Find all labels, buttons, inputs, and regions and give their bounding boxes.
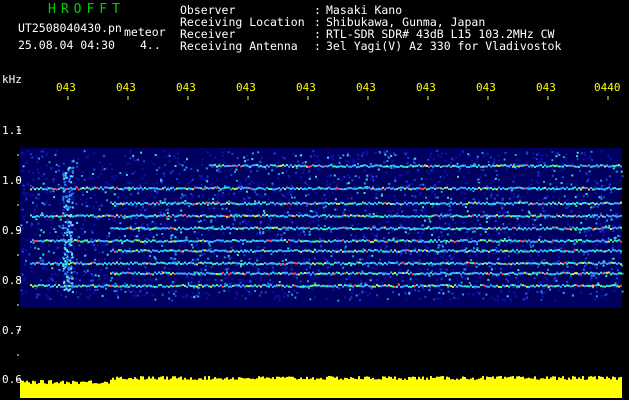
antenna-sep: : (314, 39, 321, 53)
freq-tick: 1.1 (2, 124, 22, 137)
freq-tick: 0.6 (2, 373, 22, 386)
file-name: UT2508040430.pn (18, 21, 122, 35)
freq-tick: 1.0 (2, 174, 22, 187)
signal-level-bar (20, 376, 622, 398)
time-tick: 043 (116, 81, 136, 94)
hrofft-window: HROFFT UT2508040430.pn meteor 25.08.04 0… (0, 0, 629, 400)
freq-tick: 0.8 (2, 274, 22, 287)
time-tick: 0440 (594, 81, 621, 94)
time-tick-marks (67, 96, 609, 100)
time-tick: 043 (176, 81, 196, 94)
freq-tick: 0.9 (2, 224, 22, 237)
app-title: HROFFT (48, 2, 125, 17)
time-tick: 043 (476, 81, 496, 94)
meteor-count: 4.. (140, 38, 161, 52)
time-tick: 043 (536, 81, 556, 94)
datetime: 25.08.04 04:30 (18, 38, 115, 52)
meteor-label: meteor (124, 25, 166, 39)
time-tick: 043 (416, 81, 436, 94)
antenna-label: Receiving Antenna (180, 39, 298, 53)
time-tick: 043 (356, 81, 376, 94)
time-tick: 043 (296, 81, 316, 94)
freq-tick: 0.7 (2, 324, 22, 337)
antenna-value: 3el Yagi(V) Az 330 for Vladivostok (326, 39, 562, 53)
time-tick: 043 (236, 81, 256, 94)
time-tick: 043 (56, 81, 76, 94)
unit-label: kHz (2, 73, 22, 86)
spectrogram-svg (17, 96, 624, 398)
